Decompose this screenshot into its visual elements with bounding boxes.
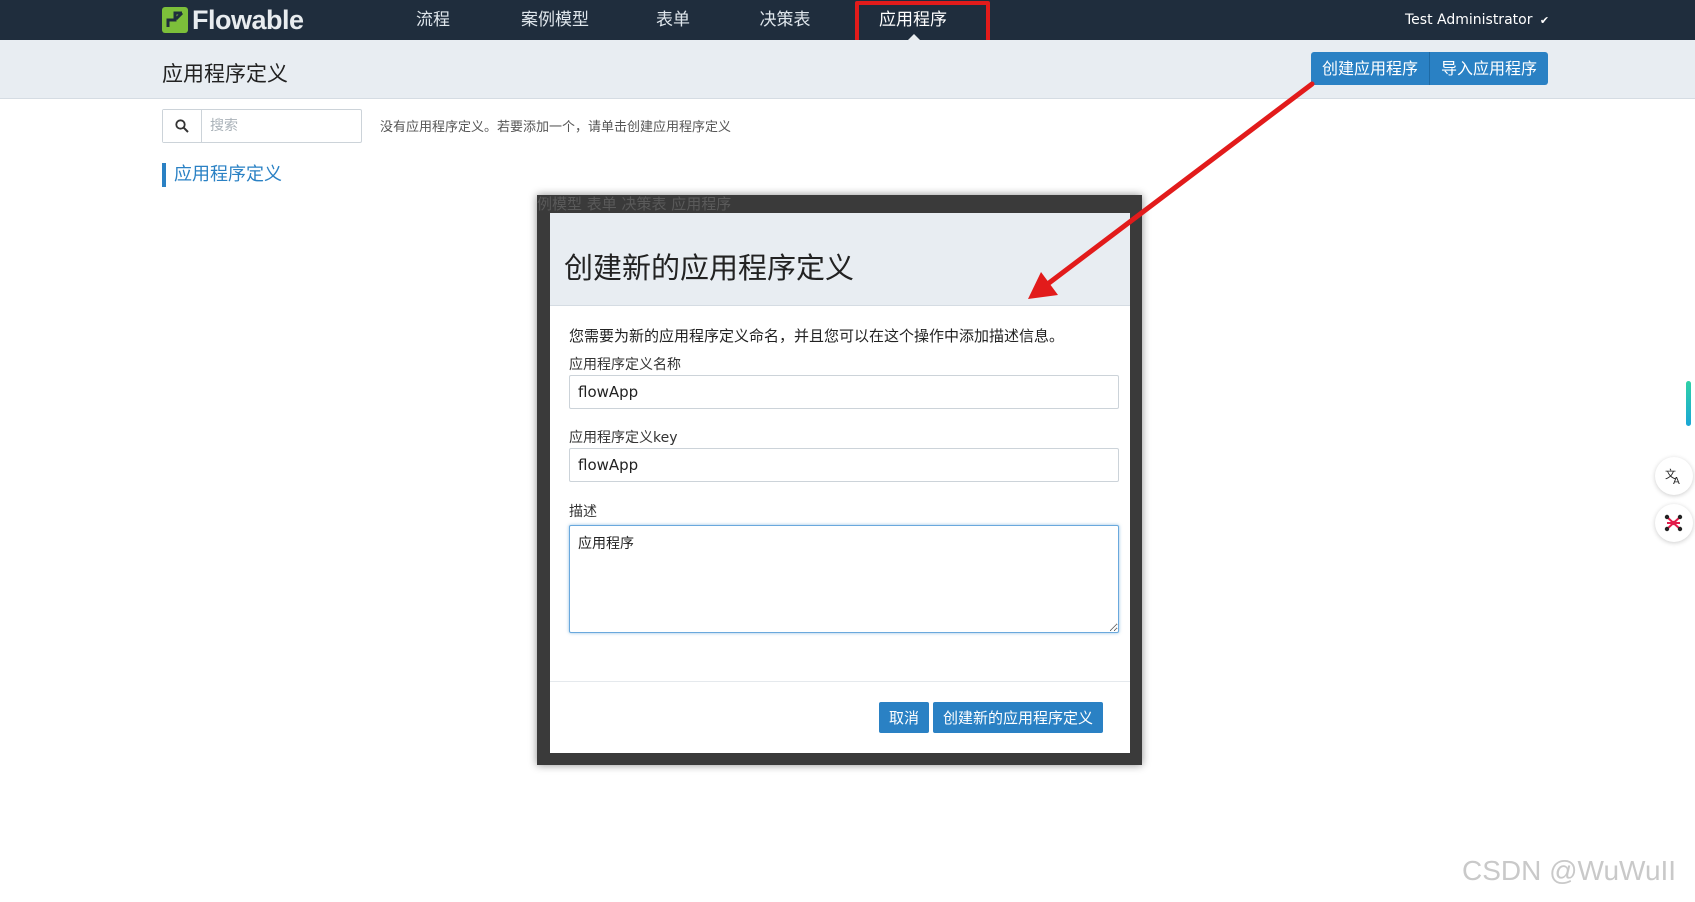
nav-item-decision-tables[interactable]: 决策表 (755, 0, 815, 40)
user-name: Test Administrator (1405, 12, 1533, 28)
key-field-label: 应用程序定义key (569, 430, 678, 446)
app-name-field[interactable] (569, 375, 1119, 409)
search-input[interactable] (202, 110, 360, 142)
create-app-definition-button[interactable]: 创建新的应用程序定义 (933, 702, 1104, 733)
app-key-field[interactable] (569, 448, 1119, 482)
empty-state-message: 没有应用程序定义。若要添加一个，请单击创建应用程序定义 (380, 120, 732, 135)
network-icon[interactable] (1655, 504, 1693, 542)
chevron-down-icon: ✔︎ (1539, 14, 1550, 27)
nav-item-case-models[interactable]: 案例模型 (515, 0, 595, 40)
logo-mark-icon (162, 7, 188, 33)
flowable-logo[interactable]: Flowable (162, 5, 304, 35)
search-icon[interactable] (163, 110, 202, 142)
modal-backdrop: 例模型 表单 决策表 应用程序 创建新的应用程序定义 您需要为新的应用程序定义命… (537, 195, 1142, 765)
page-title: 应用程序定义 (162, 62, 288, 86)
top-navbar: Flowable 流程 案例模型 表单 决策表 应用程序 Test Admini… (0, 0, 1695, 40)
description-textarea[interactable]: 应用程序 (569, 525, 1119, 633)
nav-item-processes[interactable]: 流程 (408, 0, 458, 40)
create-app-button[interactable]: 创建应用程序 (1311, 52, 1431, 85)
modal-intro-text: 您需要为新的应用程序定义命名，并且您可以在这个操作中添加描述信息。 (569, 327, 1065, 345)
section-label-app-definitions[interactable]: 应用程序定义 (162, 163, 282, 187)
header-actions: 创建应用程序 导入应用程序 (1311, 52, 1549, 85)
logo-text: Flowable (192, 4, 304, 35)
scroll-indicator[interactable] (1686, 381, 1691, 426)
watermark: CSDN @WuWuII (1462, 855, 1677, 886)
modal-footer: 取消 创建新的应用程序定义 (550, 681, 1130, 753)
user-menu[interactable]: Test Administrator ✔︎ (1405, 0, 1549, 40)
modal-header: 创建新的应用程序定义 (550, 213, 1130, 306)
search-box (162, 109, 362, 143)
description-field-label: 描述 (569, 504, 597, 520)
backdrop-bleed-text: 例模型 表单 决策表 应用程序 (537, 195, 732, 213)
import-app-button[interactable]: 导入应用程序 (1430, 52, 1549, 85)
translate-icon[interactable]: 文 A (1655, 457, 1693, 495)
cancel-button[interactable]: 取消 (879, 702, 930, 733)
svg-text:A: A (1673, 476, 1680, 486)
nav-item-forms[interactable]: 表单 (648, 0, 698, 40)
modal-title: 创建新的应用程序定义 (564, 251, 855, 285)
create-app-modal: 创建新的应用程序定义 您需要为新的应用程序定义命名，并且您可以在这个操作中添加描… (550, 213, 1130, 753)
name-field-label: 应用程序定义名称 (569, 357, 681, 373)
